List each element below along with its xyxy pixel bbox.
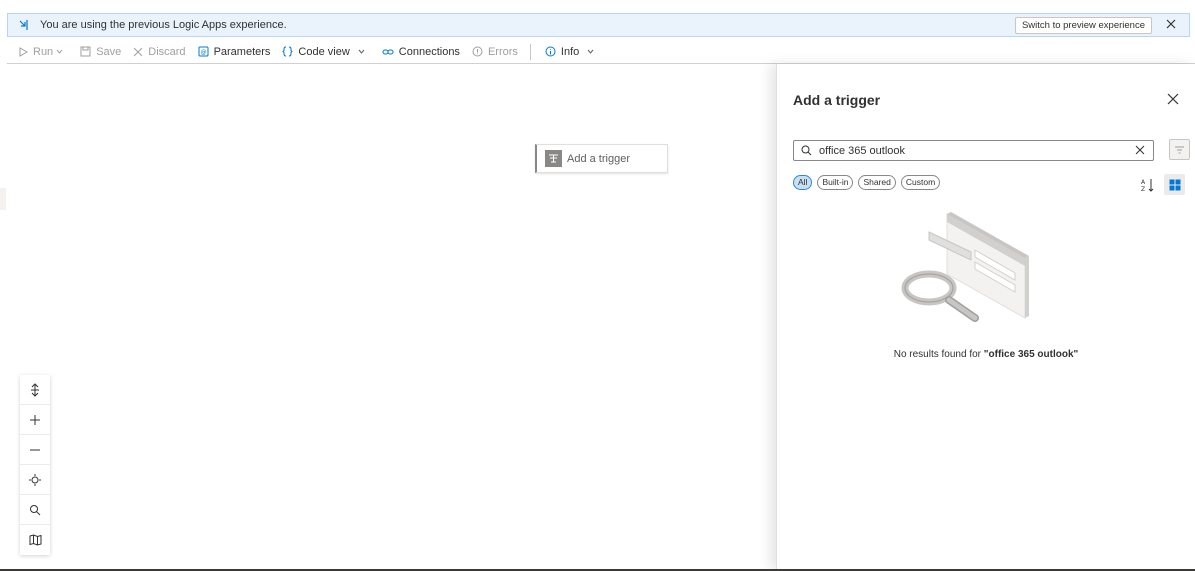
zoom-out-button[interactable] xyxy=(20,435,50,465)
filter-pill-shared[interactable]: Shared xyxy=(858,175,896,190)
designer-toolbar: Run Save Discard @ Parameters Code view … xyxy=(7,40,1195,64)
errors-label: Errors xyxy=(487,45,518,58)
info-label: Info xyxy=(560,45,580,58)
grid-view-button[interactable] xyxy=(1164,174,1185,195)
filter-pill-built-in[interactable]: Built-in xyxy=(817,175,854,190)
canvas-controls xyxy=(20,375,50,555)
clear-search-icon[interactable] xyxy=(1135,145,1147,157)
canvas-edge-handle[interactable] xyxy=(0,188,6,210)
svg-text:@: @ xyxy=(200,49,206,56)
banner-message: You are using the previous Logic Apps ex… xyxy=(40,19,287,31)
add-trigger-panel: Add a trigger office 365 outlook All Bui… xyxy=(776,64,1195,570)
search-icon xyxy=(801,145,813,157)
save-button[interactable]: Save xyxy=(80,46,121,58)
grid-view-icon xyxy=(1169,179,1180,190)
error-icon xyxy=(472,46,483,57)
panel-title: Add a trigger xyxy=(793,92,881,108)
chevron-down-icon xyxy=(56,49,63,54)
sort-az-icon[interactable]: AZ xyxy=(1141,177,1155,193)
discard-button[interactable]: Discard xyxy=(133,45,186,58)
no-results-prefix: No results found for xyxy=(893,349,984,360)
code-view-button[interactable]: Code view xyxy=(282,46,369,58)
filter-button[interactable] xyxy=(1169,139,1190,160)
preview-banner: You are using the previous Logic Apps ex… xyxy=(7,13,1190,37)
zoom-in-button[interactable] xyxy=(20,405,50,435)
code-braces-icon xyxy=(282,46,294,57)
chevron-down-icon xyxy=(358,49,365,54)
save-icon xyxy=(80,46,91,57)
search-icon xyxy=(30,504,41,515)
discard-label: Discard xyxy=(148,45,186,58)
filter-pills: All Built-in Shared Custom xyxy=(793,175,945,190)
link-icon xyxy=(382,49,394,54)
run-button[interactable]: Run xyxy=(18,46,68,58)
fit-height-button[interactable] xyxy=(20,375,50,405)
fit-height-icon xyxy=(31,382,39,397)
info-button[interactable]: Info xyxy=(545,46,599,58)
parameters-label: Parameters xyxy=(213,45,271,58)
add-trigger-card[interactable]: Add a trigger xyxy=(535,144,668,173)
parameters-icon: @ xyxy=(198,46,209,57)
no-results-illustration xyxy=(901,212,1029,322)
filter-pill-custom[interactable]: Custom xyxy=(900,175,941,190)
fit-view-icon xyxy=(29,473,41,486)
trigger-icon xyxy=(545,150,562,167)
no-results-query: "office 365 outlook" xyxy=(983,349,1079,360)
parameters-button[interactable]: @ Parameters xyxy=(198,45,271,58)
zoom-out-icon xyxy=(30,449,40,450)
search-input[interactable]: office 365 outlook xyxy=(819,145,1135,157)
minimap-button[interactable] xyxy=(20,525,50,555)
switch-to-preview-button[interactable]: Switch to preview experience xyxy=(1014,17,1152,34)
no-results-message: No results found for "office 365 outlook… xyxy=(777,349,1195,360)
save-label: Save xyxy=(96,45,122,58)
svg-text:Z: Z xyxy=(1141,186,1145,193)
play-icon xyxy=(19,46,28,57)
connections-button[interactable]: Connections xyxy=(382,46,460,58)
filter-pill-all[interactable]: All xyxy=(793,175,813,190)
code-view-label: Code view xyxy=(298,45,350,58)
fit-view-button[interactable] xyxy=(20,465,50,495)
info-icon xyxy=(545,46,556,57)
close-icon[interactable] xyxy=(1167,93,1181,107)
connections-label: Connections xyxy=(398,45,460,58)
errors-button[interactable]: Errors xyxy=(472,46,518,58)
zoom-in-icon xyxy=(30,414,40,425)
logic-apps-icon xyxy=(18,18,32,32)
discard-icon xyxy=(133,47,143,56)
add-trigger-label: Add a trigger xyxy=(567,152,630,165)
minimap-icon xyxy=(29,534,41,546)
toolbar-divider xyxy=(529,43,531,60)
run-label: Run xyxy=(33,45,54,58)
trigger-search-box[interactable]: office 365 outlook xyxy=(793,140,1154,161)
svg-text:A: A xyxy=(1141,179,1146,186)
filter-icon xyxy=(1175,146,1184,153)
canvas-search-button[interactable] xyxy=(20,495,50,525)
close-icon[interactable] xyxy=(1165,18,1179,32)
chevron-down-icon xyxy=(587,49,594,54)
